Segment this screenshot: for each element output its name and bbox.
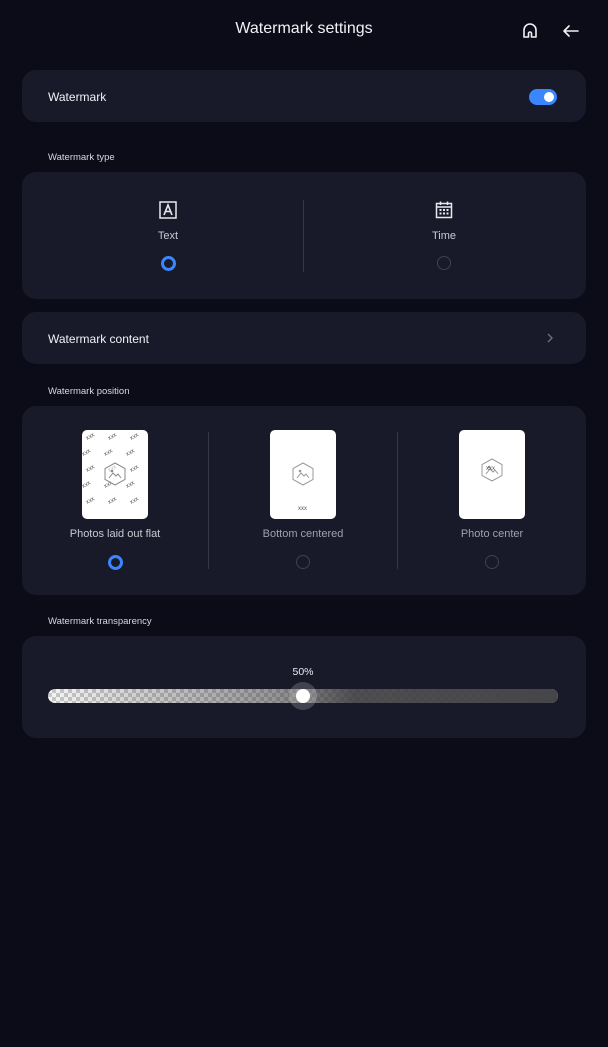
watermark-type-card: Text Time — [22, 172, 586, 299]
watermark-sample-text: xxx — [103, 448, 114, 458]
watermark-transparency-card: 50% — [22, 636, 586, 738]
image-placeholder-icon — [292, 462, 314, 486]
watermark-toggle-row: Watermark — [22, 70, 586, 122]
home-icon — [523, 23, 537, 38]
watermark-content-label: Watermark content — [48, 332, 149, 346]
watermark-toggle-switch[interactable] — [529, 89, 557, 105]
type-option-time[interactable]: Time — [394, 200, 494, 270]
watermark-sample-text: xxx — [82, 480, 92, 490]
type-option-text[interactable]: Text — [118, 200, 218, 271]
watermark-sample-text: xxx — [129, 432, 140, 442]
position-option-label: Bottom centered — [262, 528, 344, 540]
thumbnail-center: xxx — [459, 430, 525, 519]
position-option-label: Photo center — [460, 528, 524, 540]
type-option-label: Time — [431, 230, 457, 242]
chevron-right-icon — [547, 333, 553, 343]
watermark-position-heading: Watermark position — [48, 386, 130, 397]
position-option-bottom[interactable]: xxx Bottom centered — [240, 430, 366, 580]
watermark-sample-text: xxx — [82, 448, 92, 458]
watermark-sample-text: xxx — [107, 432, 118, 442]
watermark-position-card: xxx xxx xxx xxx xxx xxx xxx xxx xxx xxx … — [22, 406, 586, 595]
watermark-toggle-label: Watermark — [48, 90, 107, 104]
thumbnail-flat: xxx xxx xxx xxx xxx xxx xxx xxx xxx xxx … — [82, 430, 148, 519]
toggle-knob — [544, 92, 554, 102]
text-box-icon — [159, 201, 177, 219]
type-radio-text[interactable] — [160, 256, 176, 271]
calendar-icon — [435, 201, 453, 219]
home-button[interactable] — [517, 18, 543, 44]
watermark-sample-text: xxx — [85, 432, 96, 442]
transparency-slider-handle[interactable] — [289, 682, 317, 710]
watermark-sample-text: xxx — [125, 448, 136, 458]
watermark-sample-text: xxx — [107, 496, 118, 506]
watermark-sample-text: xxx — [85, 496, 96, 506]
watermark-sample-text: xxx — [129, 496, 140, 506]
slider-knob — [296, 689, 310, 703]
back-arrow-icon — [563, 25, 579, 37]
type-option-label: Text — [157, 230, 179, 242]
watermark-transparency-heading: Watermark transparency — [48, 616, 152, 627]
thumbnail-bottom: xxx — [270, 430, 336, 519]
position-option-label: Photos laid out flat — [69, 528, 161, 540]
divider — [208, 432, 209, 569]
position-radio-flat[interactable] — [108, 555, 123, 570]
watermark-type-heading: Watermark type — [48, 152, 115, 163]
header-bar: Watermark settings — [0, 0, 608, 62]
transparency-value-text: 50% — [292, 666, 314, 678]
back-button[interactable] — [558, 18, 584, 44]
watermark-sample-text: xxx — [486, 466, 495, 472]
position-radio-center[interactable] — [485, 555, 499, 569]
watermark-content-row[interactable]: Watermark content — [22, 312, 586, 364]
position-radio-bottom[interactable] — [296, 555, 310, 569]
divider — [303, 200, 304, 272]
position-option-flat[interactable]: xxx xxx xxx xxx xxx xxx xxx xxx xxx xxx … — [52, 430, 178, 580]
divider — [397, 432, 398, 569]
watermark-sample-text: xxx — [85, 464, 96, 474]
image-placeholder-icon — [104, 462, 126, 486]
position-option-center[interactable]: xxx Photo center — [429, 430, 555, 580]
type-radio-time[interactable] — [437, 256, 451, 270]
watermark-sample-text: xxx — [298, 506, 307, 512]
watermark-sample-text: xxx — [129, 464, 140, 474]
